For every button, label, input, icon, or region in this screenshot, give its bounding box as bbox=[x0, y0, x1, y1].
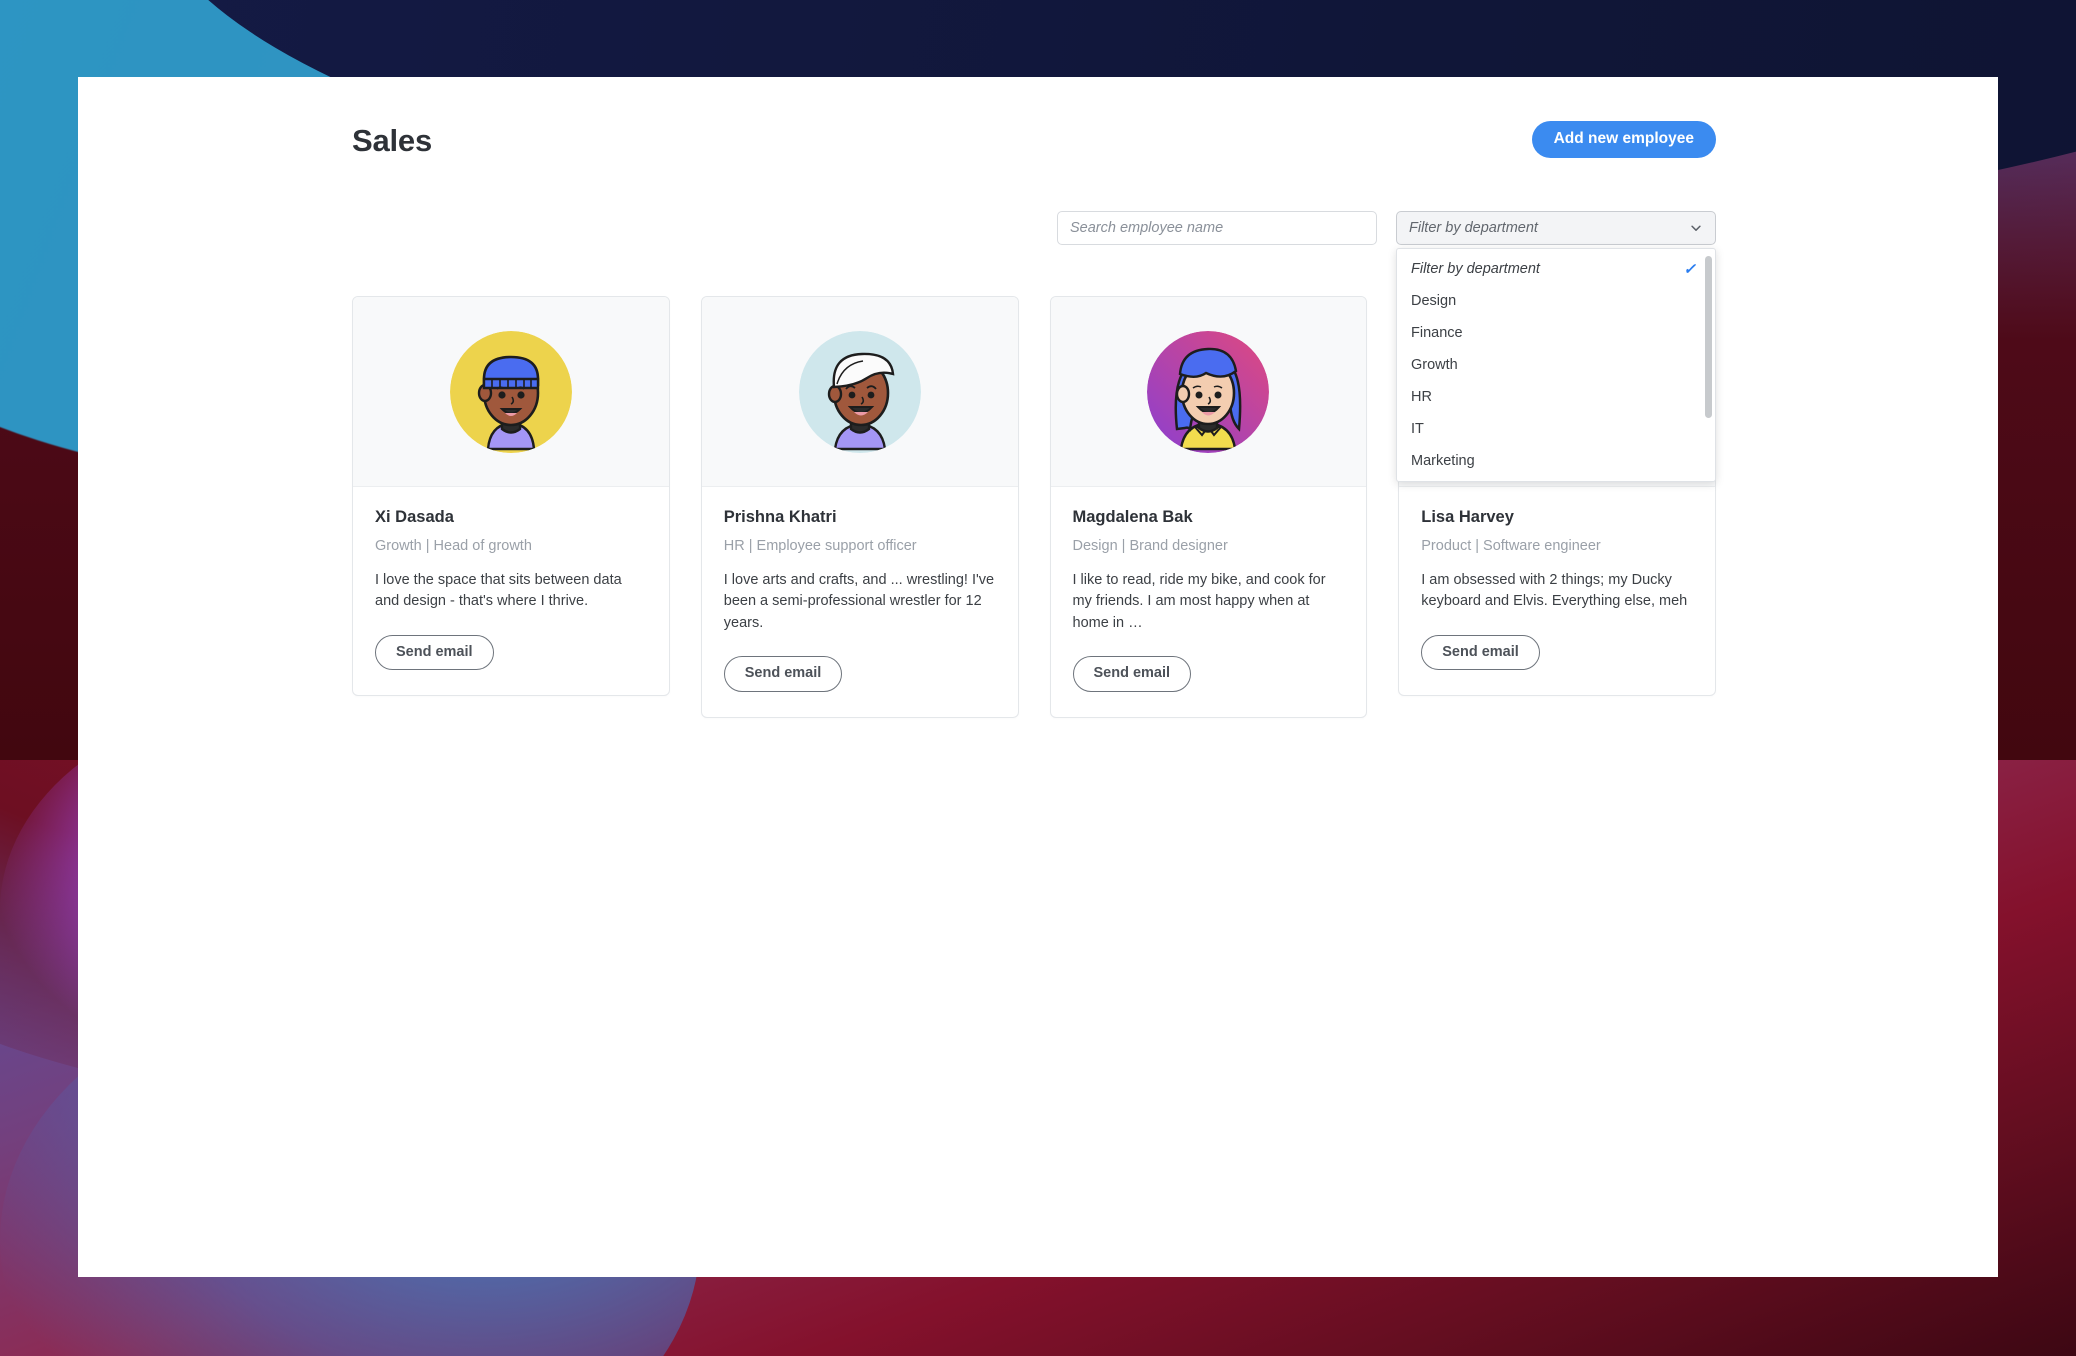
employee-role: Design | Brand designer bbox=[1072, 537, 1228, 554]
card-avatar-area bbox=[1050, 297, 1367, 487]
search-employee-name-input[interactable] bbox=[1057, 211, 1377, 245]
department-filter-wrapper: Filter by department Filter by departmen… bbox=[1396, 211, 1716, 482]
employee-bio: I am obsessed with 2 things; my Ducky ke… bbox=[1421, 571, 1688, 610]
send-email-button[interactable]: Send email bbox=[723, 656, 843, 692]
card-avatar-area bbox=[701, 297, 1018, 487]
avatar-magdalena-bak bbox=[1147, 330, 1270, 453]
employee-bio: I love arts and crafts, and ... wrestlin… bbox=[723, 571, 995, 631]
avatar-prishna-khatri bbox=[798, 330, 921, 453]
send-email-button[interactable]: Send email bbox=[375, 634, 494, 671]
dropdown-option-finance[interactable]: Finance bbox=[1397, 317, 1715, 349]
dropdown-option-marketing[interactable]: Marketing bbox=[1397, 445, 1715, 477]
check-icon: ✓ bbox=[1683, 260, 1696, 278]
dropdown-option-it[interactable]: IT bbox=[1397, 413, 1715, 445]
card-body: Lisa Harvey Product | Software engineer I … bbox=[1399, 487, 1715, 695]
dropdown-option-label: HR bbox=[1411, 389, 1432, 405]
send-email-button[interactable]: Send email bbox=[1072, 656, 1192, 692]
dropdown-option-label: Design bbox=[1411, 293, 1457, 309]
dropdown-option-label: Growth bbox=[1411, 357, 1458, 373]
employee-bio: I like to read, ride my bike, and cook f… bbox=[1072, 571, 1326, 631]
card-body: Xi Dasada Growth | Head of growth I love t… bbox=[353, 487, 669, 695]
employee-name: Prishna Khatri bbox=[723, 508, 837, 526]
department-filter-selected-label: Filter by department bbox=[1409, 220, 1538, 236]
employee-name: Xi Dasada bbox=[375, 508, 454, 526]
card-body: Prishna Khatri HR | Employee support offi… bbox=[702, 487, 1018, 717]
department-dropdown-menu[interactable]: Filter by department ✓ Design Finance Growth… bbox=[1396, 248, 1716, 482]
employee-name: Magdalena Bak bbox=[1072, 508, 1193, 526]
card-avatar-area bbox=[353, 297, 669, 487]
employee-role: HR | Employee support officer bbox=[723, 537, 917, 554]
dropdown-option-design[interactable]: Design bbox=[1397, 285, 1715, 317]
send-email-button[interactable]: Send email bbox=[1421, 634, 1540, 671]
add-new-employee-button[interactable]: Add new employee bbox=[1531, 121, 1716, 158]
controls-row: Filter by department Filter by departmen… bbox=[78, 211, 1998, 482]
chevron-down-icon bbox=[1691, 225, 1701, 231]
dropdown-option-label: Marketing bbox=[1411, 453, 1475, 469]
employee-role: Product | Software engineer bbox=[1421, 537, 1601, 554]
employee-card: Prishna Khatri HR | Employee support offi… bbox=[700, 296, 1019, 718]
header-row: Sales Add new employee bbox=[78, 77, 1998, 173]
dropdown-option-hr[interactable]: HR bbox=[1397, 381, 1715, 413]
employee-name: Lisa Harvey bbox=[1421, 508, 1514, 526]
employee-bio: I love the space that sits between data … bbox=[375, 571, 622, 610]
dropdown-scrollbar-thumb[interactable] bbox=[1705, 256, 1712, 418]
dropdown-option-filter-by-department[interactable]: Filter by department ✓ bbox=[1397, 253, 1715, 285]
department-filter-select[interactable]: Filter by department bbox=[1396, 211, 1716, 245]
dropdown-option-label: IT bbox=[1411, 421, 1424, 437]
avatar-xi-dasada bbox=[449, 330, 572, 453]
desktop-wallpaper: Sales Add new employee Filter by departm… bbox=[0, 0, 2076, 1356]
employee-card: Magdalena Bak Design | Brand designer I li… bbox=[1049, 296, 1368, 718]
employee-card: Xi Dasada Growth | Head of growth I love t… bbox=[352, 296, 670, 697]
card-body: Magdalena Bak Design | Brand designer I li… bbox=[1051, 487, 1367, 717]
dropdown-option-growth[interactable]: Growth bbox=[1397, 349, 1715, 381]
browser-window: Sales Add new employee Filter by departm… bbox=[78, 77, 1998, 1277]
department-dropdown-options: Filter by department ✓ Design Finance Growth… bbox=[1397, 253, 1715, 477]
page-content: Sales Add new employee Filter by departm… bbox=[78, 77, 1998, 1277]
employee-role: Growth | Head of growth bbox=[375, 537, 532, 554]
dropdown-option-label: Filter by department bbox=[1411, 261, 1540, 277]
dropdown-option-label: Finance bbox=[1411, 325, 1463, 341]
